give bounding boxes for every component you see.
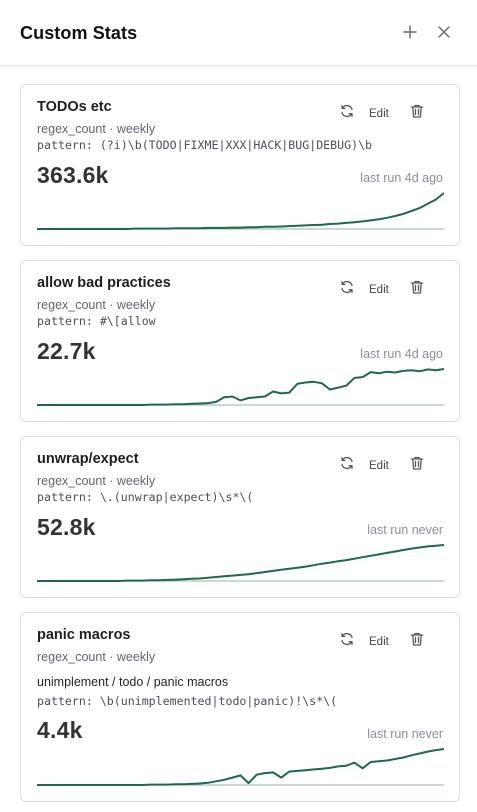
stat-meta: regex_count · weekly bbox=[37, 298, 156, 312]
stat-value: 22.7k bbox=[37, 338, 96, 364]
stat-card: allow bad practices Edit regex_count · w… bbox=[20, 260, 460, 422]
stat-card: TODOs etc Edit regex_count · weekly patt… bbox=[20, 84, 460, 246]
stat-pattern: pattern: \b(unimplemented|todo|panic)!\s… bbox=[37, 694, 338, 708]
panel-header: Custom Stats bbox=[0, 0, 477, 66]
stat-name: allow bad practices bbox=[37, 275, 171, 291]
stat-pattern: pattern: #\[allow bbox=[37, 314, 156, 328]
refresh-icon bbox=[341, 104, 353, 118]
refresh-button[interactable] bbox=[339, 631, 355, 647]
edit-button[interactable]: Edit bbox=[369, 460, 389, 472]
sparkline-series bbox=[37, 544, 444, 582]
edit-button[interactable]: Edit bbox=[369, 108, 389, 120]
stat-pattern: pattern: \.(unwrap|expect)\s*\( bbox=[37, 490, 254, 504]
sparkline-chart bbox=[37, 544, 444, 582]
sparkline-series bbox=[37, 368, 444, 406]
delete-button[interactable] bbox=[409, 455, 425, 471]
delete-button[interactable] bbox=[409, 631, 425, 647]
stat-last-run: last run never bbox=[367, 523, 443, 537]
stat-meta: regex_count · weekly bbox=[37, 474, 156, 488]
sparkline-series bbox=[37, 748, 444, 786]
edit-button[interactable]: Edit bbox=[369, 636, 389, 648]
stat-last-run: last run 4d ago bbox=[360, 171, 443, 185]
sparkline-series bbox=[37, 192, 444, 230]
stat-description: unimplement / todo / panic macros bbox=[37, 675, 229, 689]
custom-stats-panel: Custom Stats TODOs etc Edit regex_count … bbox=[0, 0, 477, 812]
add-stat-button[interactable] bbox=[400, 22, 420, 42]
trash-icon bbox=[410, 456, 424, 470]
sparkline-chart bbox=[37, 368, 444, 406]
refresh-icon bbox=[341, 632, 353, 646]
close-icon bbox=[438, 26, 450, 38]
stat-name: panic macros bbox=[37, 627, 131, 643]
stat-last-run: last run 4d ago bbox=[360, 347, 443, 361]
close-panel-button[interactable] bbox=[434, 22, 454, 42]
stat-value: 52.8k bbox=[37, 514, 96, 540]
delete-button[interactable] bbox=[409, 279, 425, 295]
trash-icon bbox=[410, 280, 424, 294]
edit-button[interactable]: Edit bbox=[369, 284, 389, 296]
stat-card: unwrap/expect Edit regex_count · weekly … bbox=[20, 436, 460, 598]
trash-icon bbox=[410, 104, 424, 118]
stat-name: unwrap/expect bbox=[37, 451, 139, 467]
stat-last-run: last run never bbox=[367, 727, 443, 741]
plus-icon bbox=[403, 25, 417, 39]
refresh-button[interactable] bbox=[339, 455, 355, 471]
sparkline-chart bbox=[37, 748, 444, 786]
stat-value: 363.6k bbox=[37, 162, 109, 188]
trash-icon bbox=[410, 632, 424, 646]
stat-card: panic macros Edit regex_count · weekly u… bbox=[20, 612, 460, 802]
stat-name: TODOs etc bbox=[37, 99, 112, 115]
refresh-icon bbox=[341, 280, 353, 294]
panel-title: Custom Stats bbox=[20, 23, 138, 43]
refresh-button[interactable] bbox=[339, 279, 355, 295]
delete-button[interactable] bbox=[409, 103, 425, 119]
sparkline-chart bbox=[37, 192, 444, 230]
stat-meta: regex_count · weekly bbox=[37, 122, 156, 136]
stat-value: 4.4k bbox=[37, 717, 83, 743]
stat-pattern: pattern: (?i)\b(TODO|FIXME|XXX|HACK|BUG|… bbox=[37, 138, 373, 152]
refresh-icon bbox=[341, 456, 353, 470]
refresh-button[interactable] bbox=[339, 103, 355, 119]
stat-meta: regex_count · weekly bbox=[37, 650, 156, 664]
